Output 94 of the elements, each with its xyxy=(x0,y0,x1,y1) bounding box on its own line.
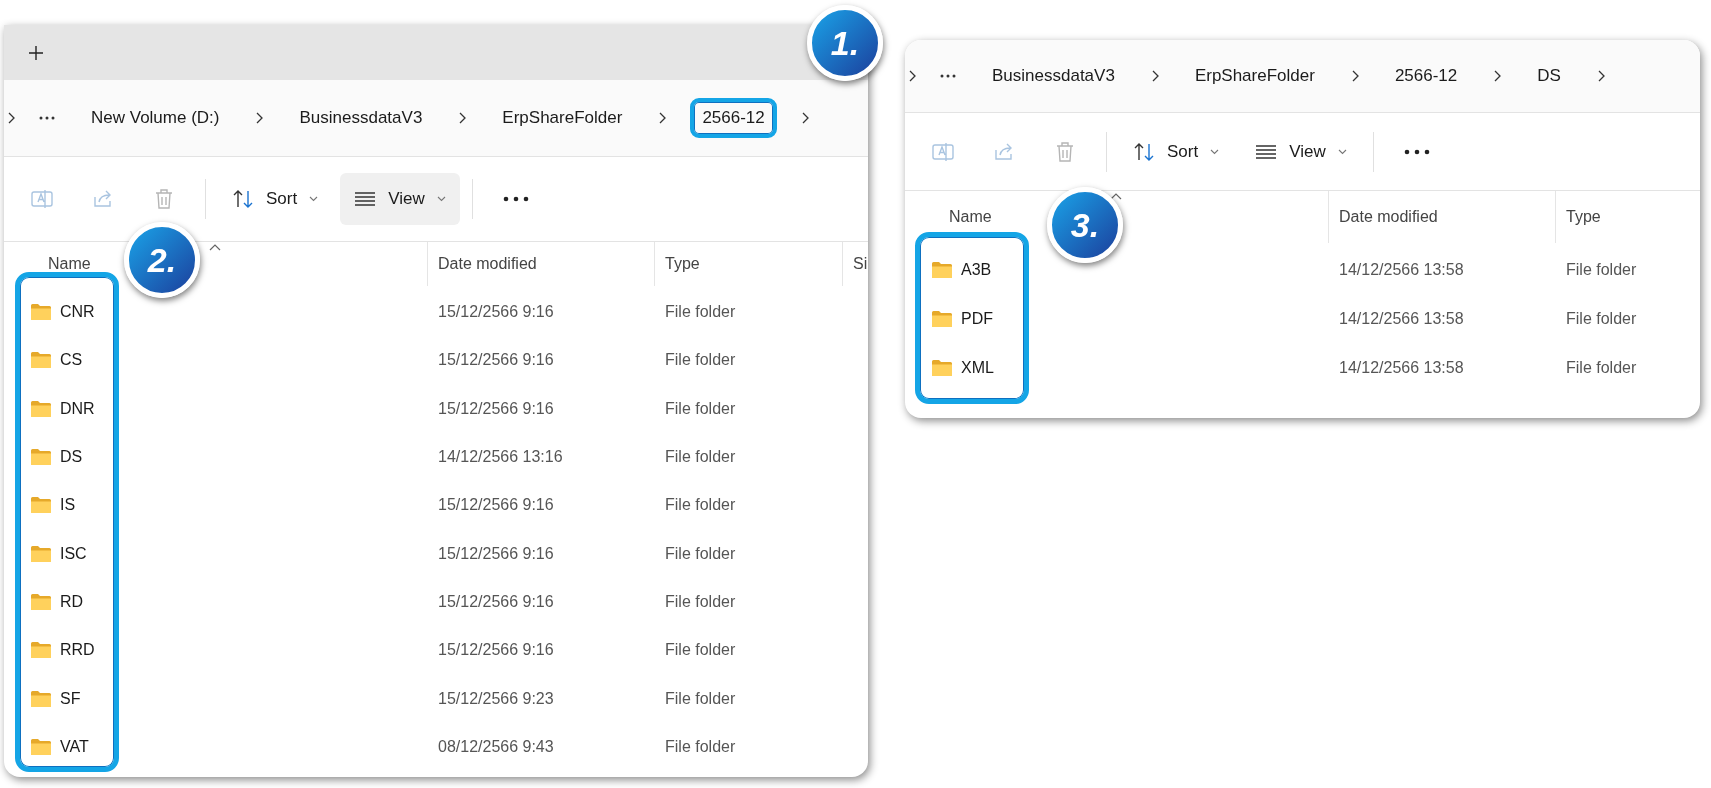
chevron-icon[interactable] xyxy=(908,70,916,82)
chevron-icon[interactable] xyxy=(658,112,667,124)
folder-icon xyxy=(931,358,953,377)
file-type: File folder xyxy=(664,448,736,467)
folder-icon xyxy=(30,448,52,467)
sort-button[interactable]: Sort xyxy=(1119,125,1234,178)
view-button[interactable]: View xyxy=(340,173,460,225)
folder-icon xyxy=(30,592,52,611)
file-name[interactable]: IS xyxy=(60,496,76,515)
caret-icon xyxy=(1210,148,1220,155)
date-modified: 15/12/2566 9:16 xyxy=(437,399,555,418)
file-type: File folder xyxy=(664,641,736,660)
file-name[interactable]: ISC xyxy=(60,544,87,563)
file-type: File folder xyxy=(664,689,736,708)
file-type: File folder xyxy=(664,592,736,611)
view-button[interactable]: View xyxy=(1241,125,1361,178)
column-header[interactable]: Si xyxy=(853,255,868,273)
date-modified: 15/12/2566 9:23 xyxy=(437,689,555,708)
new-tab-icon[interactable] xyxy=(29,45,43,60)
date-modified: 15/12/2566 9:16 xyxy=(437,544,555,563)
file-name[interactable]: CS xyxy=(60,351,83,370)
file-type: File folder xyxy=(1565,358,1637,377)
date-modified: 15/12/2566 9:16 xyxy=(437,351,555,370)
chevron-icon[interactable] xyxy=(1493,70,1502,82)
file-name[interactable]: PDF xyxy=(961,309,993,328)
file-type: File folder xyxy=(664,399,736,418)
breadcrumb-item[interactable]: DS xyxy=(1525,56,1573,96)
date-modified: 15/12/2566 9:16 xyxy=(437,641,555,660)
chevron-icon[interactable] xyxy=(255,112,264,124)
folder-icon xyxy=(30,496,52,515)
file-name[interactable]: DS xyxy=(60,448,83,467)
folder-icon xyxy=(931,260,953,279)
date-modified: 14/12/2566 13:58 xyxy=(1338,358,1465,377)
file-name[interactable]: RRD xyxy=(60,641,95,660)
file-type: File folder xyxy=(664,496,736,515)
file-type: File folder xyxy=(1565,309,1637,328)
column-header[interactable]: Date modified xyxy=(1339,208,1438,226)
folder-icon xyxy=(30,399,52,418)
file-name[interactable]: XML xyxy=(961,358,994,377)
caret-icon xyxy=(436,196,446,202)
file-name[interactable]: VAT xyxy=(60,737,89,756)
folder-icon xyxy=(931,309,953,328)
breadcrumb-item[interactable]: 2566-12 xyxy=(690,98,777,138)
more-icon[interactable] xyxy=(502,196,529,202)
chevron-icon[interactable] xyxy=(7,112,15,124)
sort-arrows-icon xyxy=(232,188,254,210)
lines-icon xyxy=(354,191,377,207)
column-header[interactable]: Name xyxy=(949,208,992,226)
chevron-icon[interactable] xyxy=(1596,70,1605,82)
sort-button[interactable]: Sort xyxy=(218,173,333,225)
breadcrumb-item[interactable]: BusinessdataV3 xyxy=(287,98,435,138)
breadcrumb-item[interactable]: BusinessdataV3 xyxy=(980,56,1127,96)
date-modified: 14/12/2566 13:58 xyxy=(1338,309,1465,328)
file-type: File folder xyxy=(664,737,736,756)
date-modified: 15/12/2566 9:16 xyxy=(437,303,555,322)
sort-ascending-icon xyxy=(209,244,221,251)
file-name[interactable]: A3B xyxy=(961,260,992,279)
file-name[interactable]: CNR xyxy=(60,303,95,322)
column-header[interactable]: Type xyxy=(1566,208,1601,226)
breadcrumb-item[interactable]: 2566-12 xyxy=(1382,56,1470,96)
caret-icon xyxy=(1337,148,1347,155)
folder-icon xyxy=(30,303,52,322)
file-type: File folder xyxy=(664,351,736,370)
file-name[interactable]: DNR xyxy=(60,399,95,418)
chevron-icon[interactable] xyxy=(458,112,467,124)
chevron-icon[interactable] xyxy=(800,112,809,124)
lines-icon xyxy=(1255,143,1278,160)
file-name[interactable]: SF xyxy=(60,689,81,708)
folder-icon xyxy=(30,544,52,563)
column-header[interactable]: Name xyxy=(48,255,91,273)
file-name[interactable]: RD xyxy=(60,592,84,611)
column-header[interactable]: Type xyxy=(665,255,700,273)
breadcrumb-item[interactable]: New Volume (D:) xyxy=(79,98,232,138)
file-type: File folder xyxy=(664,544,736,563)
chevron-icon[interactable] xyxy=(1150,70,1159,82)
folder-icon xyxy=(30,641,52,660)
more-icon[interactable] xyxy=(940,74,956,78)
file-type: File folder xyxy=(1565,260,1637,279)
more-icon[interactable] xyxy=(39,116,55,120)
folder-icon xyxy=(30,737,52,756)
folder-icon xyxy=(30,351,52,370)
more-icon[interactable] xyxy=(1403,148,1430,155)
file-type: File folder xyxy=(664,303,736,322)
column-header[interactable]: Date modified xyxy=(438,255,537,273)
caret-icon xyxy=(309,196,319,202)
date-modified: 15/12/2566 9:16 xyxy=(437,496,555,515)
date-modified: 14/12/2566 13:16 xyxy=(437,448,564,467)
folder-icon xyxy=(30,689,52,708)
date-modified: 08/12/2566 9:43 xyxy=(437,737,555,756)
date-modified: 15/12/2566 9:16 xyxy=(437,592,555,611)
date-modified: 14/12/2566 13:58 xyxy=(1338,260,1465,279)
breadcrumb-item[interactable]: ErpShareFolder xyxy=(490,98,635,138)
chevron-icon[interactable] xyxy=(1350,70,1359,82)
breadcrumb-item[interactable]: ErpShareFolder xyxy=(1182,56,1327,96)
